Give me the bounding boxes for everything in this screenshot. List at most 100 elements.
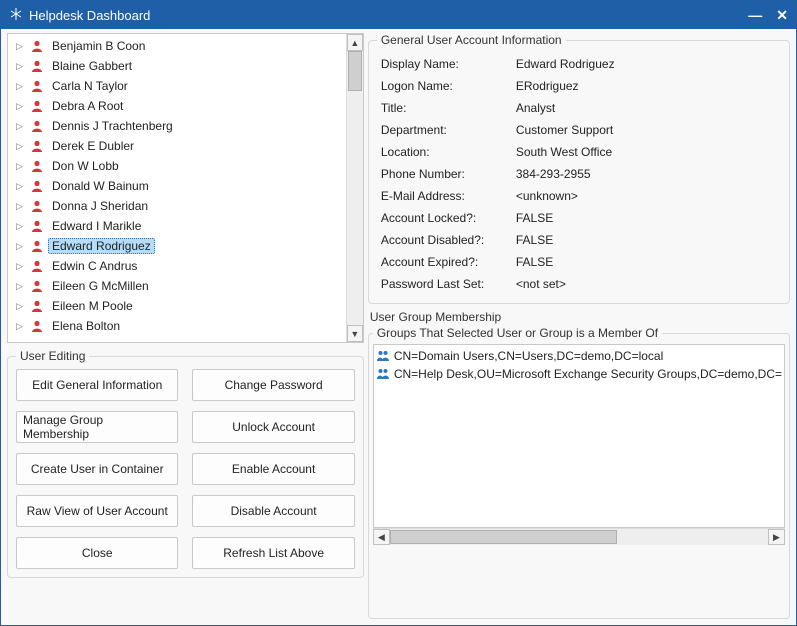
info-value: FALSE: [516, 255, 777, 269]
user-list-item[interactable]: ▷Don W Lobb: [8, 156, 346, 176]
user-list-item[interactable]: ▷ Eileen M Poole: [8, 296, 346, 316]
user-list-item[interactable]: ▷ Benjamin B Coon: [8, 36, 346, 56]
close-button[interactable]: Close: [16, 537, 178, 569]
user-list-item[interactable]: ▷ Edward Rodriguez: [8, 236, 346, 256]
raw-view-of-user-account-button[interactable]: Raw View of User Account: [16, 495, 178, 527]
user-icon: [30, 179, 44, 193]
refresh-list-above-button[interactable]: Refresh List Above: [192, 537, 354, 569]
enable-account-button[interactable]: Enable Account: [192, 453, 354, 485]
info-label: Account Locked?:: [381, 211, 516, 225]
close-button[interactable]: ✕: [776, 7, 788, 24]
titlebar: Helpdesk Dashboard — ✕: [1, 1, 796, 29]
expand-icon[interactable]: ▷: [16, 241, 26, 252]
expand-icon[interactable]: ▷: [16, 41, 26, 52]
user-list-item[interactable]: ▷Dennis J Trachtenberg: [8, 116, 346, 136]
expand-icon[interactable]: ▷: [16, 101, 26, 112]
scroll-thumb[interactable]: [348, 51, 362, 91]
user-name: Benjamin B Coon: [48, 38, 149, 54]
expand-icon[interactable]: ▷: [16, 261, 26, 272]
scroll-up-button[interactable]: ▲: [347, 34, 363, 51]
edit-general-information-button[interactable]: Edit General Information: [16, 369, 178, 401]
user-name: Edward I Marikle: [48, 218, 145, 234]
user-list-item[interactable]: ▷Blaine Gabbert: [8, 56, 346, 76]
group-list-item[interactable]: CN=Help Desk,OU=Microsoft Exchange Secur…: [376, 365, 782, 383]
info-value: 384-293-2955: [516, 167, 777, 181]
minimize-button[interactable]: —: [748, 7, 762, 23]
user-list-item[interactable]: ▷Edwin C Andrus: [8, 256, 346, 276]
change-password-button[interactable]: Change Password: [192, 369, 354, 401]
info-label: Logon Name:: [381, 79, 516, 93]
user-list-item[interactable]: ▷ Elena Bolton: [8, 316, 346, 336]
user-icon: [30, 299, 44, 313]
group-list-hscroll[interactable]: ◀ ▶: [373, 528, 785, 545]
info-value: ERodriguez: [516, 79, 777, 93]
user-editing-group: User Editing Edit General InformationCha…: [7, 349, 364, 578]
app-icon: [9, 7, 23, 24]
expand-icon[interactable]: ▷: [16, 221, 26, 232]
user-icon: [30, 99, 44, 113]
group-icon: [376, 366, 390, 383]
info-row: Account Disabled?:FALSE: [377, 229, 781, 251]
info-label: E-Mail Address:: [381, 189, 516, 203]
disable-account-button[interactable]: Disable Account: [192, 495, 354, 527]
info-label: Display Name:: [381, 57, 516, 71]
user-list-item[interactable]: ▷Carla N Taylor: [8, 76, 346, 96]
unlock-account-button[interactable]: Unlock Account: [192, 411, 354, 443]
user-icon: [30, 259, 44, 273]
user-list-item[interactable]: ▷ Eileen G McMillen: [8, 276, 346, 296]
user-list-item[interactable]: ▷ Edward I Marikle: [8, 216, 346, 236]
expand-icon[interactable]: ▷: [16, 321, 26, 332]
user-list-scrollbar[interactable]: ▲ ▼: [346, 34, 363, 342]
user-name: Donald W Bainum: [48, 178, 153, 194]
group-icon: [376, 348, 390, 365]
create-user-in-container-button[interactable]: Create User in Container: [16, 453, 178, 485]
group-membership-label: User Group Membership: [370, 310, 790, 324]
user-name: Edward Rodriguez: [48, 238, 155, 254]
group-list-item[interactable]: CN=Domain Users,CN=Users,DC=demo,DC=loca…: [376, 347, 782, 365]
general-info-group: General User Account Information Display…: [368, 33, 790, 304]
info-value: Analyst: [516, 101, 777, 115]
group-membership-section: User Group Membership Groups That Select…: [368, 308, 790, 619]
user-icon: [30, 239, 44, 253]
info-label: Password Last Set:: [381, 277, 516, 291]
user-list[interactable]: ▷ Benjamin B Coon ▷Blaine Gabbert▷Carla N …: [8, 34, 346, 342]
expand-icon[interactable]: ▷: [16, 161, 26, 172]
expand-icon[interactable]: ▷: [16, 141, 26, 152]
group-list-label: Groups That Selected User or Group is a …: [373, 326, 662, 340]
user-icon: [30, 39, 44, 53]
scroll-track[interactable]: [347, 51, 363, 325]
expand-icon[interactable]: ▷: [16, 201, 26, 212]
group-list[interactable]: CN=Domain Users,CN=Users,DC=demo,DC=loca…: [373, 344, 785, 528]
info-value: <unknown>: [516, 189, 777, 203]
user-icon: [30, 79, 44, 93]
user-name: Elena Bolton: [48, 318, 124, 334]
hscroll-left-button[interactable]: ◀: [373, 529, 390, 545]
hscroll-thumb[interactable]: [390, 530, 617, 544]
hscroll-track[interactable]: [390, 529, 768, 545]
info-value: <not set>: [516, 277, 777, 291]
manage-group-membership-button[interactable]: Manage Group Membership: [16, 411, 178, 443]
group-dn: CN=Help Desk,OU=Microsoft Exchange Secur…: [394, 367, 782, 381]
info-row: Account Expired?:FALSE: [377, 251, 781, 273]
user-name: Eileen G McMillen: [48, 278, 153, 294]
info-row: E-Mail Address:<unknown>: [377, 185, 781, 207]
user-icon: [30, 159, 44, 173]
hscroll-right-button[interactable]: ▶: [768, 529, 785, 545]
user-list-item[interactable]: ▷ Derek E Dubler: [8, 136, 346, 156]
expand-icon[interactable]: ▷: [16, 61, 26, 72]
user-list-item[interactable]: ▷Donna J Sheridan: [8, 196, 346, 216]
expand-icon[interactable]: ▷: [16, 281, 26, 292]
info-label: Department:: [381, 123, 516, 137]
user-name: Derek E Dubler: [48, 138, 138, 154]
user-list-item[interactable]: ▷ Donald W Bainum: [8, 176, 346, 196]
info-value: South West Office: [516, 145, 777, 159]
expand-icon[interactable]: ▷: [16, 301, 26, 312]
expand-icon[interactable]: ▷: [16, 81, 26, 92]
expand-icon[interactable]: ▷: [16, 121, 26, 132]
expand-icon[interactable]: ▷: [16, 181, 26, 192]
user-icon: [30, 199, 44, 213]
user-name: Eileen M Poole: [48, 298, 137, 314]
info-value: Customer Support: [516, 123, 777, 137]
scroll-down-button[interactable]: ▼: [347, 325, 363, 342]
user-list-item[interactable]: ▷Debra A Root: [8, 96, 346, 116]
